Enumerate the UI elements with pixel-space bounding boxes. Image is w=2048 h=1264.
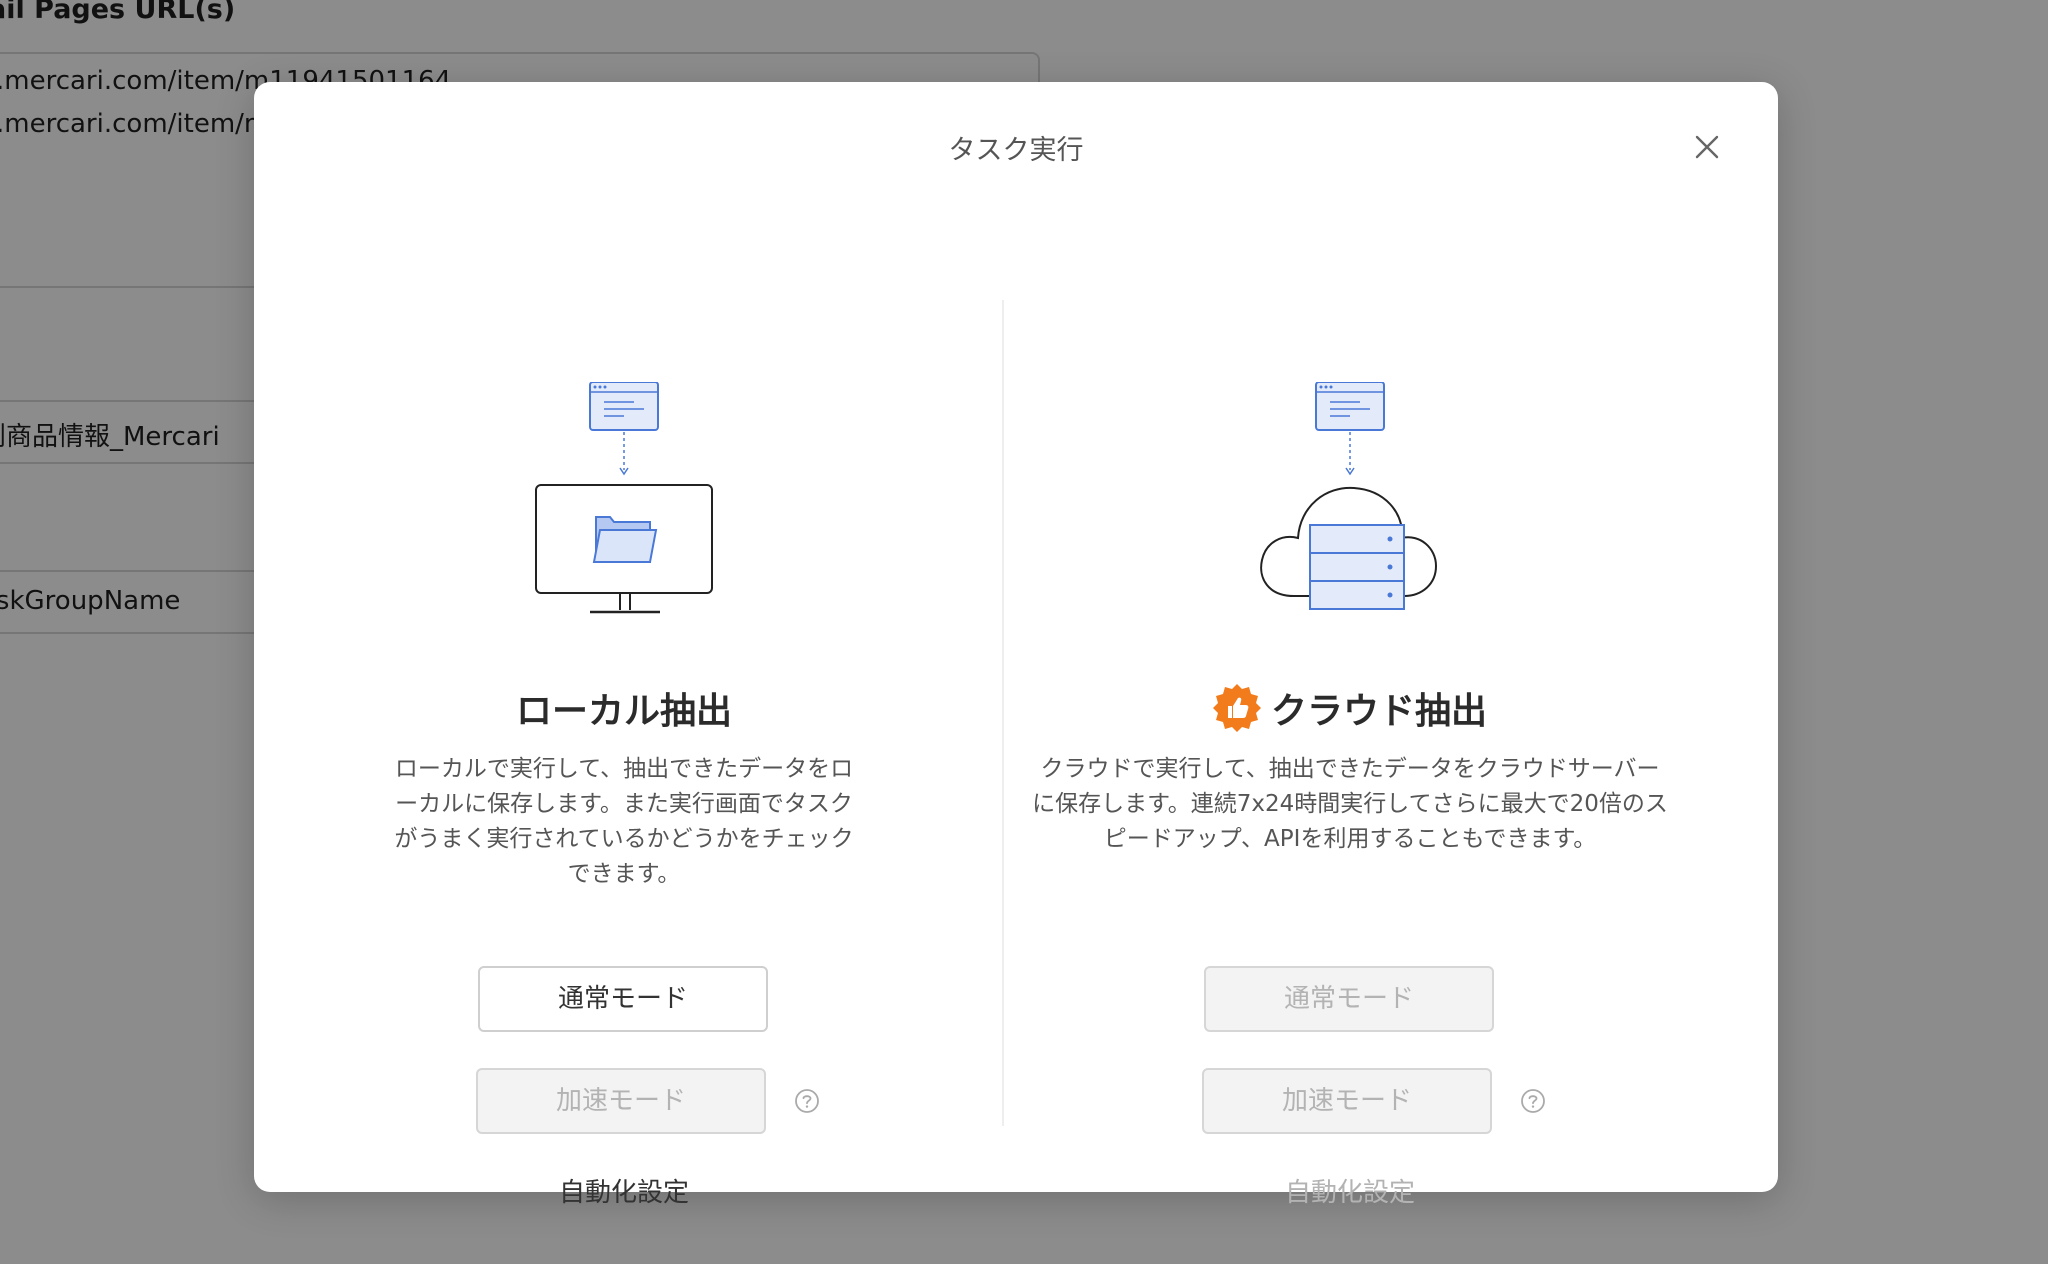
cloud-fast-mode-button[interactable]: 加速モード (1202, 1068, 1492, 1134)
cloud-normal-mode-button[interactable]: 通常モード (1204, 966, 1494, 1032)
local-normal-mode-button[interactable]: 通常モード (478, 966, 768, 1032)
cloud-automation-settings-link[interactable]: 自動化設定 (980, 1172, 1720, 1209)
run-task-modal: タスク実行 ローカル抽出 ローカルで実行して、抽出できたデータをローカルに保存し… (254, 82, 1778, 1208)
cloud-extraction-title-text: クラウド抽出 (1270, 691, 1487, 732)
local-automation-settings-link[interactable]: 自動化設定 (254, 1172, 994, 1209)
question-circle-icon[interactable] (794, 1088, 820, 1114)
cloud-extraction-panel: クラウド抽出 クラウドで実行して、抽出できたデータをクラウドサーバーに保存します… (980, 292, 1720, 1208)
local-extraction-title-text: ローカル抽出 (515, 691, 732, 732)
cloud-extraction-description: クラウドで実行して、抽出できたデータをクラウドサーバーに保存します。連続7x24… (1032, 756, 1668, 852)
local-computer-illustration-icon (524, 381, 724, 626)
question-circle-icon[interactable] (1520, 1088, 1546, 1114)
local-extraction-title: ローカル抽出 (254, 682, 994, 734)
modal-title: タスク実行 (948, 135, 1084, 166)
cloud-server-illustration-icon (1250, 381, 1450, 626)
cloud-extraction-title: クラウド抽出 (980, 682, 1720, 734)
thumbs-up-badge-icon (1212, 684, 1261, 732)
local-extraction-description: ローカルで実行して、抽出できたデータをローカルに保存します。また実行画面でタスク… (394, 756, 854, 887)
close-icon[interactable] (1692, 132, 1722, 162)
local-extraction-panel: ローカル抽出 ローカルで実行して、抽出できたデータをローカルに保存します。また実… (254, 292, 994, 1208)
local-fast-mode-button[interactable]: 加速モード (476, 1068, 766, 1134)
